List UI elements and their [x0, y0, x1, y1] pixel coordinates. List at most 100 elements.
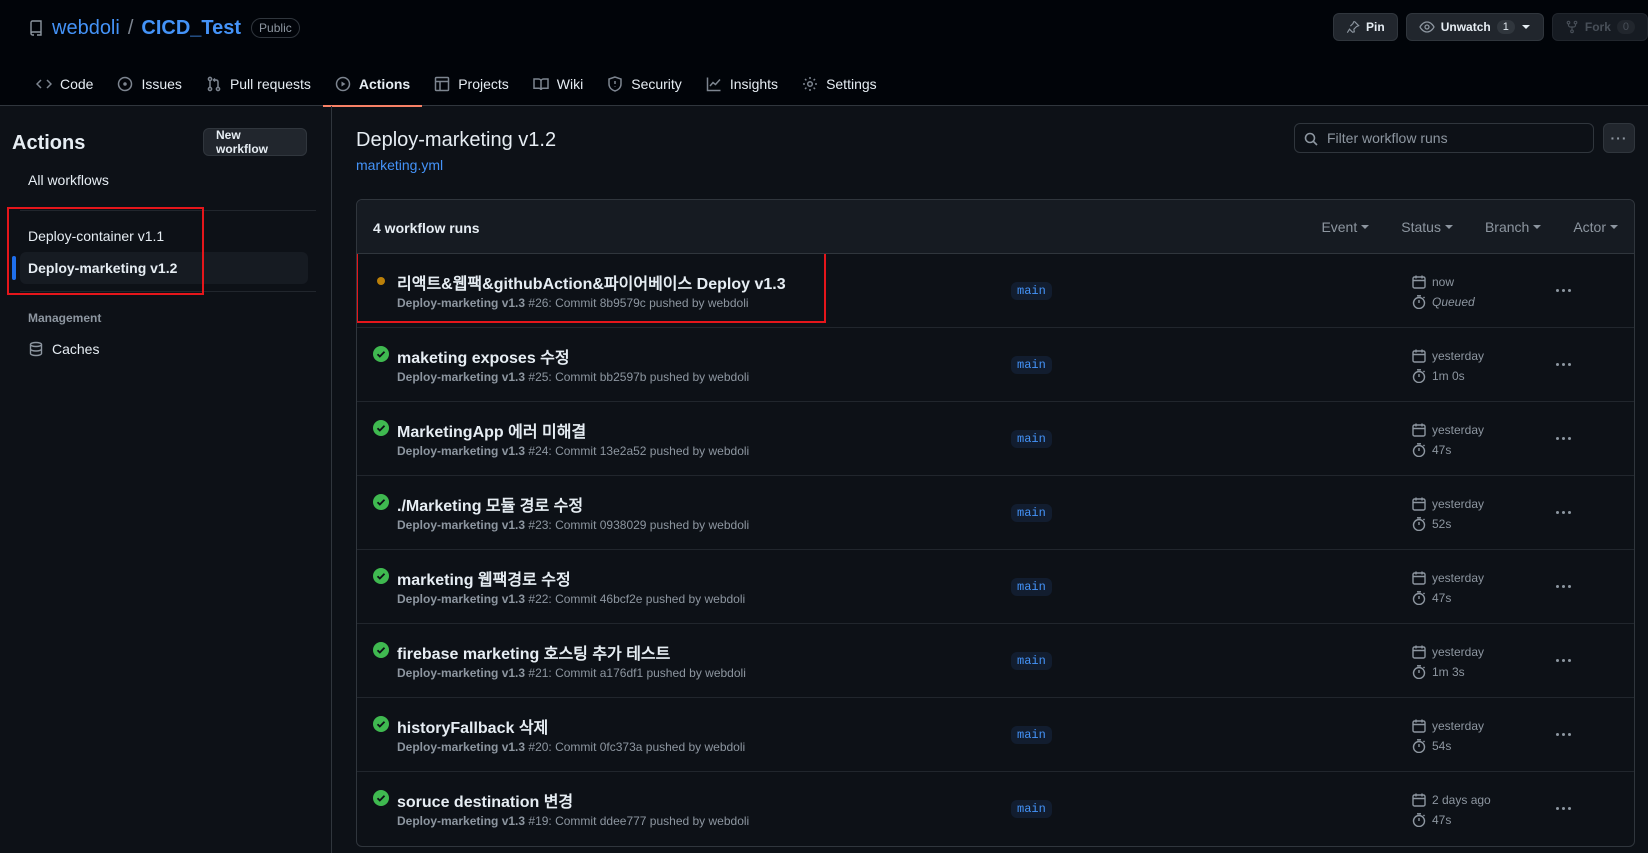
- caret-down-icon: [1533, 225, 1542, 229]
- calendar-icon: [1412, 275, 1426, 289]
- run-options-button[interactable]: [1547, 354, 1579, 374]
- run-duration: 52s: [1412, 517, 1451, 531]
- run-title-link[interactable]: historyFallback 삭제: [397, 714, 548, 738]
- run-duration-value: 1m 3s: [1432, 665, 1465, 679]
- tab-label: Code: [60, 76, 94, 92]
- fork-count: 0: [1616, 20, 1635, 34]
- run-when: yesterday: [1432, 719, 1485, 733]
- calendar-icon: [1412, 349, 1426, 363]
- run-title-link[interactable]: MarketingApp 에러 미해결: [397, 418, 586, 442]
- workflow-run-row[interactable]: firebase marketing 호스팅 추가 테스트 Deploy-mar…: [357, 624, 1634, 698]
- stopwatch-icon: [1412, 813, 1426, 827]
- branch-badge[interactable]: main: [1011, 430, 1052, 448]
- workflow-run-row[interactable]: ./Marketing 모듈 경로 수정 Deploy-marketing v1…: [357, 476, 1634, 550]
- branch-badge[interactable]: main: [1011, 578, 1052, 596]
- run-title-link[interactable]: maketing exposes 수정: [397, 344, 570, 368]
- workflow-file-link[interactable]: marketing.yml: [356, 157, 443, 173]
- run-duration: 47s: [1412, 443, 1451, 457]
- run-when: yesterday: [1432, 423, 1485, 437]
- tab-issues[interactable]: Issues: [105, 62, 193, 106]
- stopwatch-icon: [1412, 443, 1426, 457]
- filter-label: Actor: [1573, 219, 1606, 235]
- new-workflow-button[interactable]: New workflow: [203, 128, 307, 156]
- run-workflow-name: Deploy-marketing v1.3: [397, 666, 526, 680]
- status-filter[interactable]: Status: [1401, 219, 1453, 235]
- run-when: 2 days ago: [1432, 793, 1491, 807]
- event-filter[interactable]: Event: [1321, 219, 1370, 235]
- branch-badge[interactable]: main: [1011, 282, 1052, 300]
- run-options-button[interactable]: [1547, 798, 1579, 818]
- run-options-button[interactable]: [1547, 428, 1579, 448]
- run-title-link[interactable]: firebase marketing 호스팅 추가 테스트: [397, 640, 670, 664]
- run-duration: 1m 3s: [1412, 665, 1465, 679]
- run-options-button[interactable]: [1547, 280, 1579, 300]
- actor-filter[interactable]: Actor: [1573, 219, 1618, 235]
- run-title-link[interactable]: soruce destination 변경: [397, 788, 573, 812]
- run-title-link[interactable]: marketing 웹팩경로 수정: [397, 566, 571, 590]
- run-time: now: [1412, 275, 1454, 289]
- run-meta: Deploy-marketing v1.3 #21: Commit a176df…: [397, 666, 746, 680]
- management-heading: Management: [28, 311, 102, 325]
- run-workflow-name: Deploy-marketing v1.3: [397, 518, 526, 532]
- workflow-run-row[interactable]: MarketingApp 에러 미해결 Deploy-marketing v1.…: [357, 402, 1634, 476]
- workflow-run-row[interactable]: historyFallback 삭제 Deploy-marketing v1.3…: [357, 698, 1634, 772]
- tab-insights[interactable]: Insights: [694, 62, 790, 106]
- sidebar-item-caches[interactable]: Caches: [20, 333, 308, 365]
- repo-owner-link[interactable]: webdoli: [52, 17, 120, 40]
- book-icon: [533, 76, 549, 92]
- run-options-button[interactable]: [1547, 650, 1579, 670]
- code-icon: [36, 76, 52, 92]
- tab-wiki[interactable]: Wiki: [521, 62, 595, 106]
- tab-label: Settings: [826, 76, 877, 92]
- check-circle-icon: [373, 494, 389, 510]
- run-time: 2 days ago: [1412, 793, 1491, 807]
- calendar-icon: [1412, 423, 1426, 437]
- filter-runs-box: [1294, 123, 1594, 153]
- branch-badge[interactable]: main: [1011, 652, 1052, 670]
- sidebar-item-all-workflows[interactable]: All workflows: [20, 164, 308, 196]
- play-icon: [335, 76, 351, 92]
- unwatch-button[interactable]: Unwatch 1: [1405, 13, 1544, 41]
- stopwatch-icon: [1412, 517, 1426, 531]
- branch-badge[interactable]: main: [1011, 504, 1052, 522]
- workflow-run-row[interactable]: marketing 웹팩경로 수정 Deploy-marketing v1.3 …: [357, 550, 1634, 624]
- run-meta: Deploy-marketing v1.3 #23: Commit 093802…: [397, 518, 749, 532]
- run-detail: #22: Commit 46bcf2e pushed by webdoli: [528, 592, 746, 606]
- workflow-run-row[interactable]: 리액트&웹팩&githubAction&파이어베이스 Deploy v1.3 D…: [357, 254, 1634, 328]
- branch-filter[interactable]: Branch: [1485, 219, 1542, 235]
- tab-code[interactable]: Code: [24, 62, 105, 106]
- run-options-button[interactable]: [1547, 502, 1579, 522]
- chevron-down-icon: [1521, 23, 1531, 31]
- branch-badge[interactable]: main: [1011, 726, 1052, 744]
- run-duration: 47s: [1412, 591, 1451, 605]
- tab-label: Projects: [458, 76, 509, 92]
- workflow-run-row[interactable]: soruce destination 변경 Deploy-marketing v…: [357, 772, 1634, 846]
- run-title-link[interactable]: ./Marketing 모듈 경로 수정: [397, 492, 583, 516]
- tab-security[interactable]: Security: [595, 62, 694, 106]
- branch-badge[interactable]: main: [1011, 356, 1052, 374]
- run-when: yesterday: [1432, 571, 1485, 585]
- filter-runs-input[interactable]: [1327, 130, 1593, 146]
- more-options-button[interactable]: ···: [1603, 123, 1635, 153]
- workflow-runs-list: 4 workflow runs Event Status Branch Acto…: [356, 199, 1635, 847]
- tab-settings[interactable]: Settings: [790, 62, 889, 106]
- tab-projects[interactable]: Projects: [422, 62, 521, 106]
- repo-title: webdoli / CICD_Test Public: [28, 14, 300, 42]
- eye-icon: [1418, 20, 1435, 34]
- run-duration: 1m 0s: [1412, 369, 1465, 383]
- run-when: now: [1432, 275, 1455, 289]
- branch-badge[interactable]: main: [1011, 800, 1052, 818]
- pin-button[interactable]: Pin: [1333, 13, 1398, 41]
- run-time: yesterday: [1412, 349, 1484, 363]
- run-options-button[interactable]: [1547, 724, 1579, 744]
- tab-actions[interactable]: Actions: [322, 62, 423, 107]
- run-options-button[interactable]: [1547, 576, 1579, 596]
- repo-name-link[interactable]: CICD_Test: [141, 17, 241, 40]
- shield-icon: [607, 76, 623, 92]
- workflow-run-row[interactable]: maketing exposes 수정 Deploy-marketing v1.…: [357, 328, 1634, 402]
- run-title-link[interactable]: 리액트&웹팩&githubAction&파이어베이스 Deploy v1.3: [397, 270, 786, 294]
- fork-button[interactable]: Fork 0: [1551, 13, 1648, 41]
- tab-pull-requests[interactable]: Pull requests: [194, 62, 323, 106]
- run-meta: Deploy-marketing v1.3 #26: Commit 8b9579…: [397, 296, 749, 310]
- run-duration-value: 52s: [1432, 517, 1452, 531]
